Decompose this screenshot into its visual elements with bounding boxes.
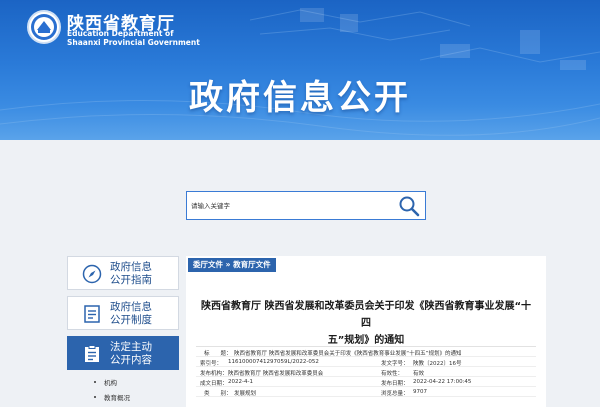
sidebar-item-disclosure-system[interactable]: 政府信息 公开制度 (67, 296, 179, 330)
meta-row-category: 类 别： 发展规划 浏览总量： 9707 (196, 387, 536, 397)
sidebar-item-statutory-disclosure[interactable]: 法定主动 公开内容 (67, 336, 179, 370)
meta-value: 陕西省教育厅 陕西省发展和改革委员会 (228, 371, 324, 377)
meta-label: 成文日期： (200, 381, 228, 387)
search-bar (186, 191, 426, 220)
meta-value: 2022-4-1 (228, 379, 253, 385)
meta-label: 索引号： (200, 361, 223, 367)
sidebar-subitem-organization[interactable]: 机构 (104, 377, 117, 387)
meta-value: 11610000741297059L/2022-052 (228, 359, 319, 365)
document-metadata-table: 标 题： 陕西省教育厅 陕西省发展和改革委员会关于印发《陕西省教育事业发展“十四… (196, 346, 536, 397)
compass-icon (82, 264, 102, 284)
meta-label: 有效性： (381, 371, 404, 377)
search-input[interactable] (191, 196, 391, 216)
search-icon[interactable] (397, 194, 421, 218)
article-title-line1: 陕西省教育厅 陕西省发展和改革委员会关于印发《陕西省教育事业发展“十四 (200, 301, 532, 329)
org-name-en-line1: Education Department of (67, 29, 174, 38)
breadcrumb[interactable]: 委厅文件 » 教育厅文件 (188, 258, 276, 272)
sidebar-item-label: 政府信息 (110, 261, 152, 273)
meta-row-index: 索引号： 11610000741297059L/2022-052 发文字号： 陕… (196, 357, 536, 367)
meta-row-dates: 成文日期： 2022-4-1 发布日期： 2022-04-22 17:00:45 (196, 377, 536, 387)
meta-row-issuer: 发布机构： 陕西省教育厅 陕西省发展和改革委员会 有效性： 有效 (196, 367, 536, 377)
sidebar-item-label: 公开指南 (110, 274, 152, 286)
meta-value: 有效 (413, 371, 425, 377)
meta-value: 陕教〔2022〕16号 (413, 361, 462, 367)
clipboard-icon (85, 345, 99, 362)
meta-label: 标 题： (204, 351, 232, 357)
sidebar-subitem-education-overview[interactable]: 教育概况 (104, 392, 130, 402)
meta-label: 浏览总量： (381, 391, 409, 397)
page-title: 政府信息公开 (189, 78, 411, 118)
sidebar-item-disclosure-guide[interactable]: 政府信息 公开指南 (67, 256, 179, 290)
article-title: 陕西省教育厅 陕西省发展和改革委员会关于印发《陕西省教育事业发展“十四 五”规划… (196, 298, 536, 349)
meta-label: 发文字号： (381, 361, 409, 367)
meta-row-title: 标 题： 陕西省教育厅 陕西省发展和改革委员会关于印发《陕西省教育事业发展“十四… (196, 347, 536, 357)
sidebar-item-label: 法定主动 (110, 341, 152, 353)
bullet-icon (94, 381, 96, 383)
meta-value: 2022-04-22 17:00:45 (413, 379, 472, 385)
org-name-en-line2: Shaanxi Provincial Government (67, 38, 200, 47)
meta-label: 类 别： (204, 391, 232, 397)
sidebar-item-label: 公开制度 (110, 314, 152, 326)
document-list-icon (84, 305, 100, 323)
meta-label: 发布日期： (381, 381, 409, 387)
meta-value: 9707 (413, 389, 427, 395)
meta-value: 陕西省教育厅 陕西省发展和改革委员会关于印发《陕西省教育事业发展“十四五”规划》… (234, 351, 462, 357)
sidebar-item-label: 政府信息 (110, 301, 152, 313)
sidebar-item-label: 公开内容 (110, 354, 152, 366)
meta-label: 发布机构： (200, 371, 228, 377)
bullet-icon (94, 396, 96, 398)
meta-value: 发展规划 (234, 391, 257, 397)
government-emblem-logo[interactable] (27, 10, 61, 44)
header-banner: 陕西省教育厅 Education Department of Shaanxi P… (0, 0, 600, 140)
article-panel: 委厅文件 » 教育厅文件 陕西省教育厅 陕西省发展和改革委员会关于印发《陕西省教… (186, 256, 546, 407)
